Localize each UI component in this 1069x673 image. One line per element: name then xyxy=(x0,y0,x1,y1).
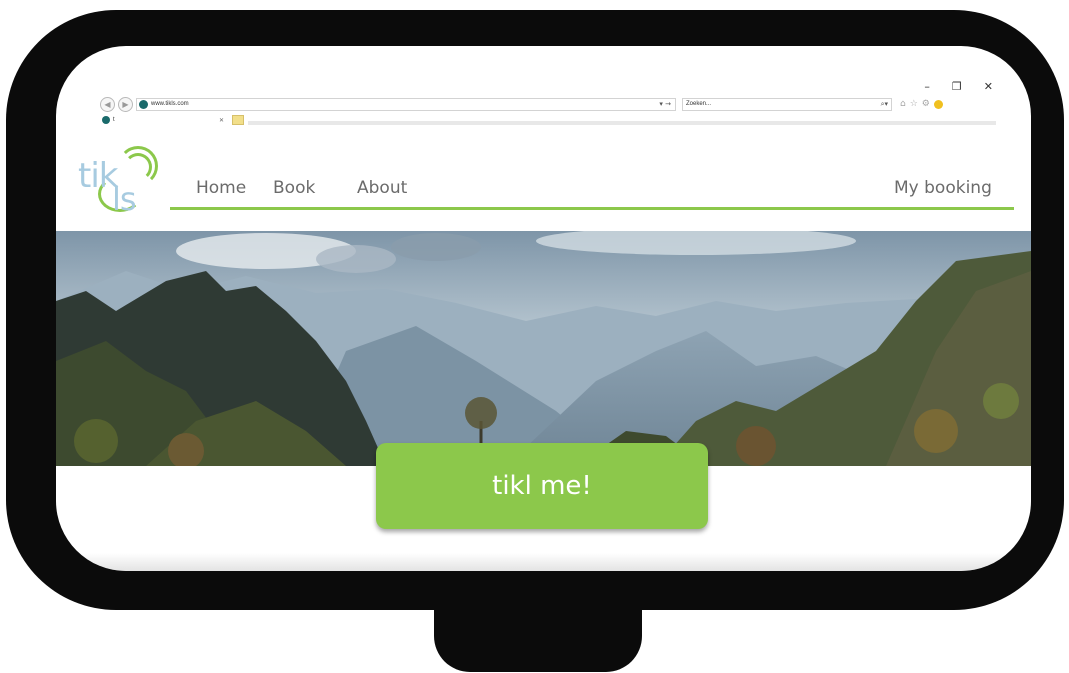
browser-tab[interactable]: t ✕ xyxy=(100,114,230,126)
search-input[interactable]: Zoeken... ⌕▾ xyxy=(682,97,892,111)
tab-strip: t ✕ xyxy=(100,114,996,126)
favorites-star-icon[interactable]: ☆ xyxy=(910,99,918,109)
tab-title: t xyxy=(113,117,115,123)
nav-my-booking[interactable]: My booking xyxy=(894,178,992,198)
nav-book[interactable]: Book xyxy=(273,178,315,198)
search-icon[interactable]: ⌕▾ xyxy=(881,100,888,109)
nav-home[interactable]: Home xyxy=(196,178,246,198)
feedback-smiley-icon[interactable] xyxy=(933,99,943,109)
tab-favicon-icon xyxy=(102,116,110,124)
hero-mountain-image xyxy=(56,231,1031,466)
logo-text-bottom: ls xyxy=(112,180,137,218)
new-tab-button[interactable] xyxy=(232,115,244,125)
address-bar-row: ◀ ▶ www.tikls.com ▾ → Zoeken... ⌕▾ ⌂ ☆ ⚙ xyxy=(100,96,996,112)
restore-button[interactable]: ❐ xyxy=(952,80,962,93)
monitor-mockup: – ❐ ✕ ◀ ▶ www.tikls.com ▾ → Zoeken... ⌕▾… xyxy=(0,0,1069,673)
site-favicon-icon xyxy=(139,99,148,109)
url-text: www.tikls.com xyxy=(151,101,189,107)
refresh-go-icon[interactable]: ▾ → xyxy=(659,100,671,108)
toolbar-icons: ⌂ ☆ ⚙ xyxy=(900,99,943,109)
close-button[interactable]: ✕ xyxy=(984,80,993,93)
tab-close-icon[interactable]: ✕ xyxy=(219,117,224,124)
tab-strip-divider xyxy=(248,121,996,125)
forward-icon[interactable]: ▶ xyxy=(118,96,133,112)
minimize-button[interactable]: – xyxy=(924,80,930,93)
tikl-me-button[interactable]: tikl me! xyxy=(376,443,708,529)
nav-about[interactable]: About xyxy=(357,178,407,198)
nav-underline xyxy=(170,207,1014,210)
window-controls: – ❐ ✕ xyxy=(924,80,993,93)
browser-screen: – ❐ ✕ ◀ ▶ www.tikls.com ▾ → Zoeken... ⌕▾… xyxy=(56,46,1031,571)
site-logo[interactable]: tik ls xyxy=(78,146,158,218)
back-icon[interactable]: ◀ xyxy=(100,96,115,112)
search-placeholder: Zoeken... xyxy=(686,101,712,107)
address-bar[interactable]: www.tikls.com ▾ → xyxy=(136,97,676,111)
screen-bottom-shade xyxy=(56,553,1031,571)
settings-gear-icon[interactable]: ⚙ xyxy=(922,99,930,109)
home-icon[interactable]: ⌂ xyxy=(900,99,906,109)
